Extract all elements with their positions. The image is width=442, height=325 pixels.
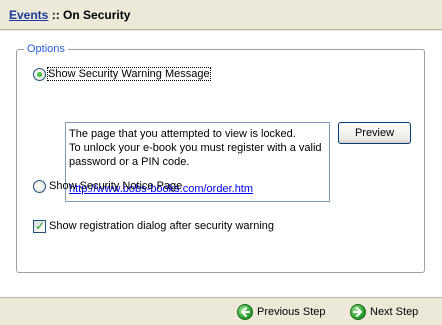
message-line-1: The page that you attempted to view is l… (69, 128, 296, 140)
checkmark-icon: ✓ (35, 219, 46, 233)
next-step-button[interactable]: Next Step (350, 303, 418, 321)
notice-page-label[interactable]: Show Security Notice Page (49, 180, 182, 192)
warning-message-label[interactable]: Show Security Warning Message (47, 67, 211, 81)
events-link[interactable]: Events (9, 8, 48, 22)
content-panel: Options Show Security Warning Message Th… (0, 31, 442, 297)
radio-selected-dot (37, 72, 42, 77)
notice-page-radio[interactable] (33, 180, 46, 193)
page-title: On Security (63, 8, 131, 22)
next-step-label: Next Step (370, 306, 419, 318)
arrow-left-icon (237, 304, 253, 320)
previous-step-label: Previous Step (257, 306, 326, 318)
message-line-2: To unlock your e-book you must register … (69, 142, 322, 154)
arrow-right-icon (350, 304, 366, 320)
registration-dialog-checkbox[interactable]: ✓ (33, 219, 46, 233)
page-header: Events :: On Security (0, 0, 442, 30)
registration-dialog-label[interactable]: Show registration dialog after security … (49, 220, 274, 232)
message-line-3: password or a PIN code. (69, 156, 190, 168)
preview-button[interactable]: Preview (338, 122, 411, 144)
breadcrumb-separator: :: (48, 8, 64, 22)
options-legend: Options (24, 43, 68, 55)
footer-bar: Previous Step Next Step (0, 297, 442, 325)
warning-message-radio[interactable] (33, 68, 46, 81)
previous-step-button[interactable]: Previous Step (237, 303, 325, 321)
